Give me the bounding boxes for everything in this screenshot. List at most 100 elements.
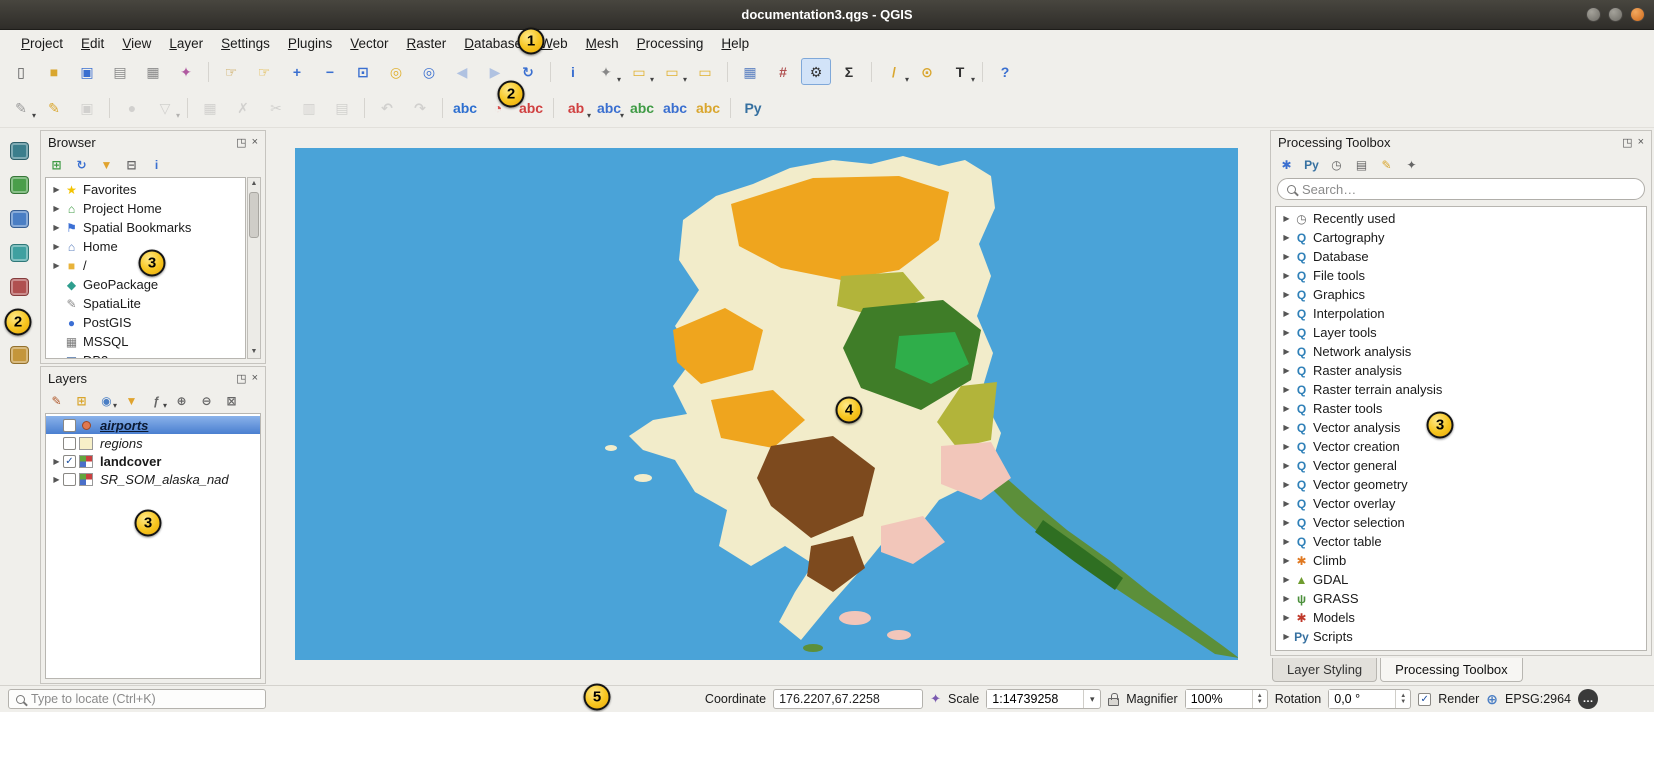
layer-visibility-checkbox[interactable] — [63, 455, 76, 468]
toolbox-group-interpolation[interactable]: ▶ Q Interpolation — [1276, 304, 1646, 323]
scale-input[interactable] — [987, 690, 1083, 708]
open-attribute-table[interactable]: ▦ — [735, 58, 765, 85]
scrollbar-thumb[interactable] — [249, 192, 259, 238]
browser-item-db2[interactable]: ▦ DB2 — [46, 351, 245, 359]
expand-arrow-icon[interactable]: ▶ — [1280, 347, 1293, 356]
window-titlebar[interactable]: documentation3.qgs - QGIS — [0, 0, 1654, 30]
expand-arrow-icon[interactable]: ▶ — [1280, 442, 1293, 451]
menu-project[interactable]: Project — [12, 33, 72, 54]
browser-item-favorites[interactable]: ▶ ★ Favorites — [46, 180, 245, 199]
add-selected-layers[interactable]: ⊞ — [46, 155, 67, 175]
change-label-properties[interactable]: abc — [693, 94, 723, 121]
new-print-layout[interactable]: ▤ — [105, 58, 135, 85]
toolbox-group-layer-tools[interactable]: ▶ Q Layer tools — [1276, 323, 1646, 342]
collapse-all[interactable]: ⊟ — [121, 155, 142, 175]
enable-properties-widget[interactable]: i — [146, 155, 167, 175]
layer-visibility-checkbox[interactable] — [63, 419, 76, 432]
identify-features[interactable]: i — [558, 58, 588, 85]
menu-mesh[interactable]: Mesh — [577, 33, 628, 54]
scroll-down-icon[interactable]: ▼ — [251, 346, 258, 358]
float-panel-icon[interactable]: ◳ — [236, 136, 246, 149]
save-project[interactable]: ▣ — [72, 58, 102, 85]
paste-features[interactable]: ▤ — [327, 94, 357, 121]
toolbox-group-vector-overlay[interactable]: ▶ Q Vector overlay — [1276, 494, 1646, 513]
deselect-features[interactable]: ▭ — [690, 58, 720, 85]
copy-features[interactable]: ▥ — [294, 94, 324, 121]
expand-arrow-icon[interactable]: ▶ — [1280, 423, 1293, 432]
close-panel-icon[interactable]: × — [1638, 136, 1644, 149]
scripts-menu[interactable]: Py — [1301, 155, 1322, 175]
toolbox-group-file-tools[interactable]: ▶ Q File tools — [1276, 266, 1646, 285]
menu-view[interactable]: View — [113, 33, 160, 54]
toolbox-group-vector-general[interactable]: ▶ Q Vector general — [1276, 456, 1646, 475]
float-panel-icon[interactable]: ◳ — [236, 372, 246, 385]
remove-layer[interactable]: ⊠ — [221, 391, 242, 411]
expand-arrow-icon[interactable]: ▶ — [1280, 328, 1293, 337]
expand-arrow-icon[interactable]: ▶ — [1280, 214, 1293, 223]
menu-layer[interactable]: Layer — [160, 33, 212, 54]
expand-arrow-icon[interactable]: ▶ — [1280, 404, 1293, 413]
lock-scale-icon[interactable] — [1108, 698, 1119, 706]
menu-processing[interactable]: Processing — [628, 33, 713, 54]
add-feature[interactable]: ● — [117, 94, 147, 121]
python-console[interactable]: Py — [738, 94, 768, 121]
expand-arrow-icon[interactable]: ▶ — [1280, 518, 1293, 527]
refresh-browser[interactable]: ↻ — [71, 155, 92, 175]
select-features-by-value[interactable]: ▭ — [657, 58, 687, 85]
add-raster-layer[interactable] — [6, 207, 32, 231]
extents-toggle-icon[interactable]: ✦ — [930, 691, 941, 707]
toolbox-search-input[interactable] — [1302, 182, 1635, 197]
close-button[interactable] — [1630, 7, 1645, 22]
filter-browser[interactable]: ▼ — [96, 155, 117, 175]
expand-arrow-icon[interactable]: ▶ — [1280, 385, 1293, 394]
expand-arrow-icon[interactable]: ▶ — [1280, 480, 1293, 489]
toolbox-group-vector-selection[interactable]: ▶ Q Vector selection — [1276, 513, 1646, 532]
toolbox-group-vector-analysis[interactable]: ▶ Q Vector analysis — [1276, 418, 1646, 437]
toolbox-group-database[interactable]: ▶ Q Database — [1276, 247, 1646, 266]
show-layout-manager[interactable]: ▦ — [138, 58, 168, 85]
magnifier-spinbox[interactable]: ▲ ▼ — [1185, 689, 1268, 709]
add-delimited-text-layer[interactable] — [6, 275, 32, 299]
expand-arrow-icon[interactable]: ▶ — [1280, 594, 1293, 603]
browser-item-spatialite[interactable]: ✎ SpatiaLite — [46, 294, 245, 313]
delete-selected[interactable]: ✗ — [228, 94, 258, 121]
statistics-summary[interactable]: Σ — [834, 58, 864, 85]
move-label[interactable]: abc — [627, 94, 657, 121]
toolbox-group-raster-terrain-analysis[interactable]: ▶ Q Raster terrain analysis — [1276, 380, 1646, 399]
map-canvas[interactable] — [295, 148, 1238, 660]
pan-map[interactable]: ☞ — [216, 58, 246, 85]
new-project[interactable]: ▯ — [6, 58, 36, 85]
browser-item-project-home[interactable]: ▶ ⌂ Project Home — [46, 199, 245, 218]
expand-arrow-icon[interactable]: ▶ — [1280, 556, 1293, 565]
zoom-full[interactable]: ⊡ — [348, 58, 378, 85]
layer-labeling-options[interactable]: abc — [450, 94, 480, 121]
rotation-input[interactable] — [1329, 690, 1395, 708]
expand-arrow-icon[interactable]: ▶ — [1280, 499, 1293, 508]
toolbox-group-raster-analysis[interactable]: ▶ Q Raster analysis — [1276, 361, 1646, 380]
toolbox-group-cartography[interactable]: ▶ Q Cartography — [1276, 228, 1646, 247]
browser-item-mssql[interactable]: ▦ MSSQL — [46, 332, 245, 351]
messages-button[interactable]: … — [1578, 689, 1598, 709]
expand-arrow-icon[interactable]: ▶ — [1280, 309, 1293, 318]
help[interactable]: ? — [990, 58, 1020, 85]
coordinate-input[interactable] — [773, 689, 923, 709]
vertex-tool[interactable]: ▽ — [150, 94, 180, 121]
filter-by-expression[interactable]: ƒ — [146, 391, 167, 411]
menu-vector[interactable]: Vector — [341, 33, 397, 54]
layer-visibility-checkbox[interactable] — [63, 473, 76, 486]
locate-search[interactable] — [8, 689, 266, 709]
measure-line[interactable]: / — [879, 58, 909, 85]
toolbox-group-vector-geometry[interactable]: ▶ Q Vector geometry — [1276, 475, 1646, 494]
tab-layer-styling[interactable]: Layer Styling — [1272, 658, 1377, 682]
expand-arrow-icon[interactable]: ▶ — [50, 457, 63, 466]
expand-all[interactable]: ⊕ — [171, 391, 192, 411]
toolbox-group-vector-table[interactable]: ▶ Q Vector table — [1276, 532, 1646, 551]
refresh-map[interactable]: ↻ — [513, 58, 543, 85]
scale-combo[interactable]: ▾ — [986, 689, 1101, 709]
expand-arrow-icon[interactable]: ▶ — [1280, 366, 1293, 375]
expand-arrow-icon[interactable]: ▶ — [50, 261, 63, 270]
layer-item-regions[interactable]: regions — [46, 434, 260, 452]
map-tips[interactable]: ⊙ — [912, 58, 942, 85]
render-checkbox[interactable] — [1418, 693, 1431, 706]
results-viewer[interactable]: ▤ — [1351, 155, 1372, 175]
